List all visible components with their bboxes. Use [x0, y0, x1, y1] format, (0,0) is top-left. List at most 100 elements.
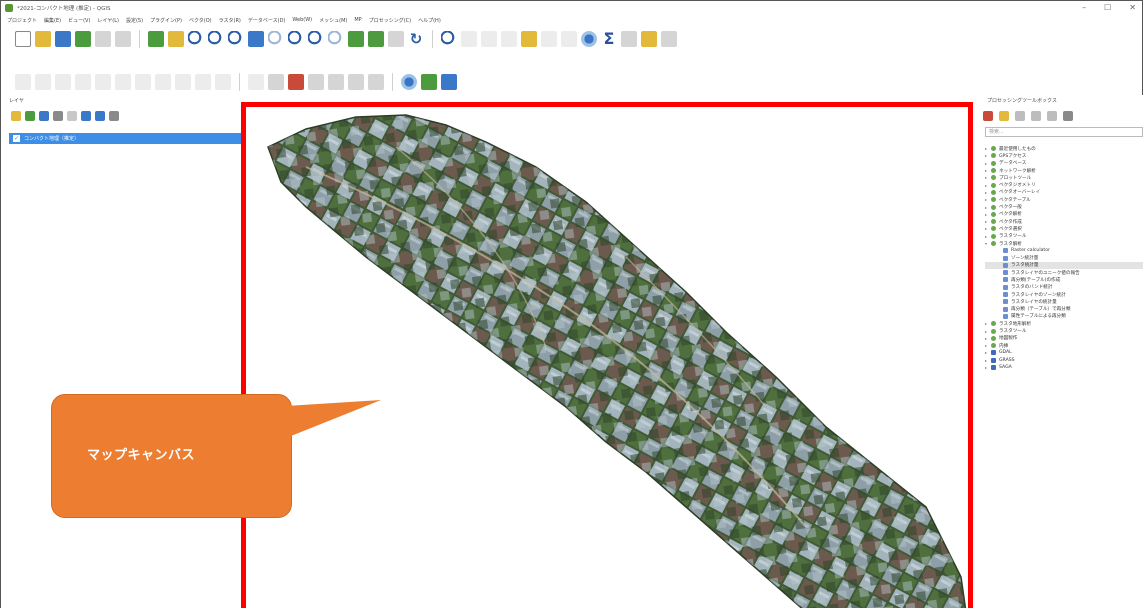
paste-features-icon[interactable]	[175, 74, 191, 90]
new-3d-view-icon[interactable]	[368, 31, 384, 47]
edit-features-in-place-icon[interactable]	[1047, 111, 1057, 121]
temporal-controller-icon[interactable]	[388, 31, 404, 47]
menu-database[interactable]: データベース(D)	[248, 17, 286, 24]
toolbox-group-item[interactable]: ▸ ベクタ一般	[985, 203, 1143, 210]
show-hide-labels-icon[interactable]	[368, 74, 384, 90]
toolbox-group-item[interactable]: ▸ ベクタ作成	[985, 218, 1143, 225]
zoom-native-icon[interactable]	[308, 31, 324, 47]
toolbox-algorithm-item[interactable]: 再分類（テーブル）で再分類	[985, 306, 1143, 313]
style-manager-icon[interactable]	[115, 31, 131, 47]
menu-view[interactable]: ビュー(V)	[68, 17, 90, 24]
menu-web[interactable]: Web(W)	[292, 17, 312, 23]
toolbox-group-item[interactable]: ▸ データベース	[985, 160, 1143, 167]
toolbox-algorithm-item[interactable]: 属性テーブルによる再分類	[985, 313, 1143, 320]
toolbox-algorithm-item[interactable]: ラスタレイヤの統計量	[985, 298, 1143, 305]
identify-features-icon[interactable]	[441, 31, 457, 47]
deselect-icon[interactable]	[501, 31, 517, 47]
book-icon[interactable]	[441, 74, 457, 90]
toolbox-group-item[interactable]: ▸ ラスタツール	[985, 327, 1143, 334]
toolbox-group-item[interactable]: ▸ ベクタ解析	[985, 211, 1143, 218]
pin-labels-icon[interactable]	[268, 74, 284, 90]
models-icon[interactable]	[983, 111, 993, 121]
label-tool-icon[interactable]	[248, 74, 264, 90]
toolbox-group-item[interactable]: ▸ GRASS	[985, 357, 1143, 364]
select-features-icon[interactable]	[481, 31, 497, 47]
zoom-out-icon[interactable]	[208, 31, 224, 47]
toolbox-algorithm-item[interactable]: Raster calculator	[985, 247, 1143, 254]
pan-map-icon[interactable]	[148, 31, 164, 47]
maximize-button[interactable]: ☐	[1104, 3, 1111, 12]
save-project-icon[interactable]	[55, 31, 71, 47]
zoom-selection-icon[interactable]	[268, 31, 284, 47]
toolbox-group-item[interactable]: ▸ プロットツール	[985, 174, 1143, 181]
remove-layer-icon[interactable]	[109, 111, 119, 121]
menu-project[interactable]: プロジェクト	[7, 17, 37, 24]
toolbox-group-item[interactable]: ▸ ラスタツール	[985, 233, 1143, 240]
toolbox-group-item[interactable]: ▸ GPSアクセス	[985, 152, 1143, 159]
add-group-icon[interactable]	[25, 111, 35, 121]
toolbox-group-item[interactable]: ▸ GDAL	[985, 349, 1143, 356]
open-styling-icon[interactable]	[11, 111, 21, 121]
cut-features-icon[interactable]	[135, 74, 151, 90]
redo-icon[interactable]	[215, 74, 231, 90]
open-project-icon[interactable]	[35, 31, 51, 47]
zoom-last-icon[interactable]	[328, 31, 344, 47]
filter-expression-icon[interactable]	[67, 111, 77, 121]
toolbox-group-item[interactable]: ▸ ベクタオーバーレイ	[985, 189, 1143, 196]
collapse-all-icon[interactable]	[95, 111, 105, 121]
scripts-icon[interactable]	[999, 111, 1009, 121]
select-by-value-icon[interactable]	[521, 31, 537, 47]
menu-edit[interactable]: 編集(E)	[44, 17, 61, 24]
measure-line-icon[interactable]	[621, 31, 637, 47]
menu-plugins[interactable]: プラグイン(P)	[150, 17, 182, 24]
zoom-layer-icon[interactable]	[288, 31, 304, 47]
toolbox-group-item[interactable]: ▸ ベクタテーブル	[985, 196, 1143, 203]
delete-selected-icon[interactable]	[115, 74, 131, 90]
rotate-label-icon[interactable]	[328, 74, 344, 90]
menu-raster[interactable]: ラスタ(R)	[219, 17, 241, 24]
menu-mesh[interactable]: メッシュ(M)	[319, 17, 347, 24]
new-project-icon[interactable]	[15, 31, 31, 47]
processing-toolbox-icon[interactable]	[581, 31, 597, 47]
toggle-editing-icon[interactable]	[35, 74, 51, 90]
toolbox-group-item[interactable]: ▸ 地図製作	[985, 335, 1143, 342]
menu-layer[interactable]: レイヤ(L)	[97, 17, 119, 24]
options-icon[interactable]	[1063, 111, 1073, 121]
field-calculator-icon[interactable]	[541, 31, 557, 47]
toolbox-group-item[interactable]: ▸ ネットワーク解析	[985, 167, 1143, 174]
toolbox-algorithm-item[interactable]: ゾーン統計量	[985, 254, 1143, 261]
add-feature-icon[interactable]	[75, 74, 91, 90]
save-edits-icon[interactable]	[55, 74, 71, 90]
layout-manager-icon[interactable]	[95, 31, 111, 47]
statistical-summary-icon[interactable]	[561, 31, 577, 47]
menu-help[interactable]: ヘルプ(H)	[418, 17, 441, 24]
filter-legend-icon[interactable]	[53, 111, 63, 121]
highlight-labels-icon[interactable]	[288, 74, 304, 90]
manage-visibility-icon[interactable]	[39, 111, 49, 121]
current-edits-icon[interactable]	[15, 74, 31, 90]
results-icon[interactable]	[1031, 111, 1041, 121]
toolbox-algorithm-item[interactable]: ラスタ統計量	[985, 261, 1143, 270]
layer-visibility-checkbox[interactable]: ✓	[13, 135, 20, 142]
toolbox-group-item[interactable]: ▸ SAGA	[985, 364, 1143, 371]
menu-vector[interactable]: ベクタ(O)	[189, 17, 212, 24]
menu-mp[interactable]: MP	[354, 17, 361, 23]
pan-to-selection-icon[interactable]	[168, 31, 184, 47]
undo-icon[interactable]	[195, 74, 211, 90]
toolbox-algorithm-item[interactable]: 再分類(テーブル)の作成	[985, 276, 1143, 283]
toolbox-group-item[interactable]: ▸ ラスタ地形解析	[985, 320, 1143, 327]
map-canvas[interactable]	[241, 102, 973, 608]
close-button[interactable]: ✕	[1129, 3, 1136, 12]
georeferencer-icon[interactable]	[401, 74, 417, 90]
menu-settings[interactable]: 設定(S)	[126, 17, 143, 24]
zoom-full-icon[interactable]	[248, 31, 264, 47]
minimize-button[interactable]: –	[1082, 3, 1086, 12]
expand-all-icon[interactable]	[81, 111, 91, 121]
map-tips-icon[interactable]	[641, 31, 657, 47]
toolbox-group-item[interactable]: ▸ 内挿	[985, 342, 1143, 349]
text-annotation-icon[interactable]	[661, 31, 677, 47]
new-print-layout-icon[interactable]	[75, 31, 91, 47]
toolbox-group-item[interactable]: ▸ 最近使用したもの	[985, 145, 1143, 152]
toolbox-group-item[interactable]: ▸ ベクタ選択	[985, 225, 1143, 232]
history-icon[interactable]	[1015, 111, 1025, 121]
